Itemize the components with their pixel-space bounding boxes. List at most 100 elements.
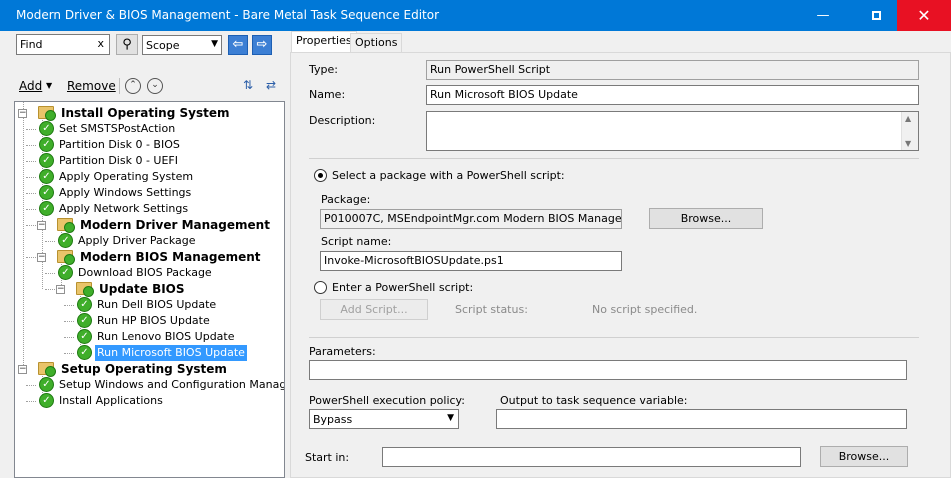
- collapse-node-icon[interactable]: −: [18, 109, 27, 118]
- section-divider: [309, 337, 919, 338]
- description-field[interactable]: ▲ ▼: [426, 111, 919, 151]
- tree-connector: [64, 353, 74, 354]
- add-script-button[interactable]: Add Script...: [320, 299, 428, 320]
- remove-button[interactable]: Remove: [67, 79, 116, 93]
- close-button[interactable]: ✕: [897, 0, 951, 31]
- move-up-button[interactable]: ⌃: [125, 78, 141, 94]
- tree-node-label: Partition Disk 0 - UEFI: [59, 154, 178, 167]
- parameters-label: Parameters:: [309, 345, 376, 358]
- step-check-icon: ✓: [39, 153, 54, 168]
- script-name-label: Script name:: [321, 235, 392, 248]
- toolbar-divider: [119, 78, 120, 94]
- description-scrollbar[interactable]: ▲ ▼: [901, 112, 918, 150]
- step-check-icon: ✓: [77, 329, 92, 344]
- script-name-field[interactable]: Invoke-MicrosoftBIOSUpdate.ps1: [320, 251, 622, 271]
- tree-group-node[interactable]: − Modern BIOS Management: [15, 249, 284, 265]
- enter-script-radio[interactable]: [314, 281, 327, 294]
- tab-properties[interactable]: Properties: [291, 31, 357, 53]
- tree-step-node[interactable]: ✓ Set SMSTSPostAction: [15, 121, 284, 137]
- start-in-field[interactable]: [382, 447, 801, 467]
- tree-connector: [64, 321, 74, 322]
- tree-step-node[interactable]: ✓ Run Microsoft BIOS Update: [15, 345, 284, 361]
- chevron-down-icon: ▼: [211, 39, 218, 49]
- step-check-icon: ✓: [58, 233, 73, 248]
- select-package-radio[interactable]: [314, 169, 327, 182]
- collapse-node-icon[interactable]: −: [37, 253, 46, 262]
- tree-node-label: Apply Windows Settings: [59, 186, 192, 199]
- tree-step-node[interactable]: ✓ Partition Disk 0 - BIOS: [15, 137, 284, 153]
- package-label: Package:: [321, 193, 371, 206]
- browse-package-button[interactable]: Browse...: [649, 208, 763, 229]
- scope-dropdown[interactable]: Scope ▼: [142, 35, 222, 55]
- tree-step-node[interactable]: ✓ Apply Windows Settings: [15, 185, 284, 201]
- type-field: Run PowerShell Script: [426, 60, 919, 80]
- step-check-icon: ✓: [39, 137, 54, 152]
- tree-step-node[interactable]: ✓ Run Lenovo BIOS Update: [15, 329, 284, 345]
- tree-step-node[interactable]: ✓ Download BIOS Package: [15, 265, 284, 281]
- collapse-node-icon[interactable]: −: [56, 285, 65, 294]
- tree-group-node[interactable]: − Setup Operating System: [15, 361, 284, 377]
- execution-policy-dropdown[interactable]: Bypass ▼: [309, 409, 459, 429]
- search-button[interactable]: ⚲: [116, 34, 138, 55]
- search-icon: ⚲: [122, 37, 132, 52]
- add-dropdown-icon[interactable]: ▼: [46, 81, 52, 90]
- tree-connector: [26, 225, 36, 226]
- execution-policy-value: Bypass: [313, 413, 353, 426]
- chevron-down-icon: ▼: [447, 413, 454, 423]
- start-in-label: Start in:: [305, 451, 350, 464]
- parameters-field[interactable]: [309, 360, 907, 380]
- tree-step-node[interactable]: ✓ Setup Windows and Configuration Manager: [15, 377, 284, 393]
- scroll-down-icon[interactable]: ▼: [905, 139, 911, 148]
- step-check-icon: ✓: [39, 169, 54, 184]
- tree-step-node[interactable]: ✓ Apply Operating System: [15, 169, 284, 185]
- name-label: Name:: [309, 88, 346, 101]
- tree-step-node[interactable]: ✓ Run HP BIOS Update: [15, 313, 284, 329]
- minimize-button[interactable]: —: [800, 0, 846, 31]
- tab-options[interactable]: Options: [350, 33, 403, 53]
- step-check-icon: ✓: [77, 313, 92, 328]
- collapse-node-icon[interactable]: −: [18, 365, 27, 374]
- tree-connector: [45, 241, 55, 242]
- task-sequence-pane: Find x ⚲ Scope ▼ ⇦ ⇨ Add ▼ Remove ⌃ ⌄ ⇅ …: [0, 31, 290, 478]
- arrow-left-icon: ⇦: [232, 37, 244, 52]
- output-variable-field[interactable]: [496, 409, 907, 429]
- maximize-button[interactable]: [853, 0, 899, 31]
- tree-node-label: Setup Windows and Configuration Manager: [59, 378, 285, 391]
- move-down-button[interactable]: ⌄: [147, 78, 163, 94]
- tree-group-node[interactable]: − Update BIOS: [15, 281, 284, 297]
- section-divider: [309, 158, 919, 159]
- tree-group-node[interactable]: − Install Operating System: [15, 105, 284, 121]
- tree-step-node[interactable]: ✓ Apply Driver Package: [15, 233, 284, 249]
- tree-node-label: Install Operating System: [61, 106, 230, 120]
- tree-connector: [26, 385, 36, 386]
- tree-node-label: Apply Driver Package: [78, 234, 196, 247]
- tree-step-node[interactable]: ✓ Run Dell BIOS Update: [15, 297, 284, 313]
- tree-node-label: Set SMSTSPostAction: [59, 122, 176, 135]
- task-sequence-tree[interactable]: − Install Operating System ✓ Set SMSTSPostA…: [14, 101, 285, 478]
- find-previous-button[interactable]: ⇦: [228, 35, 248, 55]
- tree-group-node[interactable]: − Modern Driver Management: [15, 217, 284, 233]
- tree-step-node[interactable]: ✓ Apply Network Settings: [15, 201, 284, 217]
- add-menu-button[interactable]: Add: [19, 79, 42, 93]
- expand-all-button[interactable]: ⇅: [239, 78, 257, 96]
- group-folder-icon: [38, 362, 56, 377]
- tree-step-node[interactable]: ✓ Install Applications: [15, 393, 284, 409]
- group-folder-icon: [57, 250, 75, 265]
- script-status-value: No script specified.: [592, 303, 698, 316]
- browse-start-in-button[interactable]: Browse...: [820, 446, 908, 467]
- execution-policy-label: PowerShell execution policy:: [309, 394, 465, 407]
- group-folder-icon: [76, 282, 94, 297]
- find-input[interactable]: Find x: [16, 34, 110, 55]
- find-next-button[interactable]: ⇨: [252, 35, 272, 55]
- clear-find-icon[interactable]: x: [97, 37, 104, 50]
- tree-connector: [64, 337, 74, 338]
- properties-panel: Type: Run PowerShell Script Name: Run Mi…: [290, 52, 951, 478]
- collapse-all-button[interactable]: ⇄: [262, 78, 280, 96]
- arrow-right-icon: ⇨: [256, 37, 268, 52]
- tree-node-label: Partition Disk 0 - BIOS: [59, 138, 180, 151]
- collapse-node-icon[interactable]: −: [37, 221, 46, 230]
- scroll-up-icon[interactable]: ▲: [905, 114, 911, 123]
- name-field[interactable]: Run Microsoft BIOS Update: [426, 85, 919, 105]
- tree-connector: [26, 161, 36, 162]
- tree-step-node[interactable]: ✓ Partition Disk 0 - UEFI: [15, 153, 284, 169]
